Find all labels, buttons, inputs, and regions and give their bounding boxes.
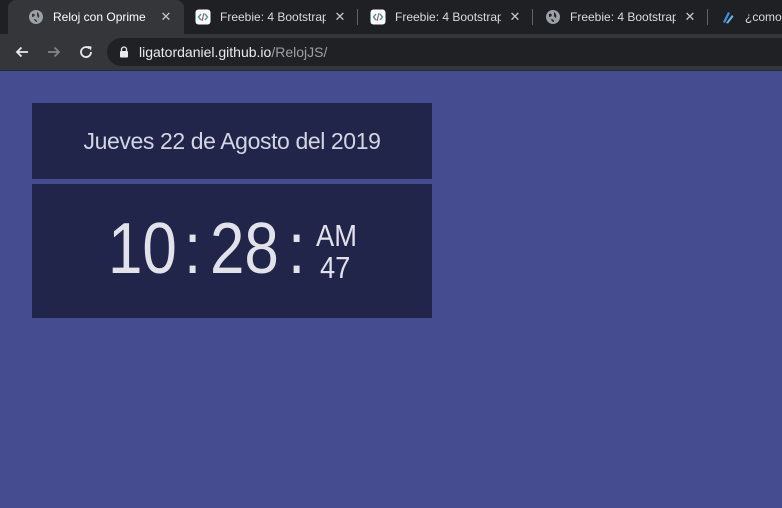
forward-arrow-icon	[48, 46, 61, 58]
address-bar[interactable]: ligatordaniel.github.io/RelojJS/	[107, 38, 782, 66]
time-panel: 10 : 28 : AM 47	[32, 184, 432, 318]
date-text: Jueves 22 de Agosto del 2019	[83, 127, 381, 154]
tab-title: Reloj con Oprime	[53, 10, 146, 24]
browser-toolbar: ligatordaniel.github.io/RelojJS/	[0, 34, 782, 71]
hours-value: 10	[108, 209, 177, 289]
time-separator: :	[184, 209, 202, 289]
code-icon	[195, 9, 211, 25]
close-icon[interactable]: ✕	[158, 9, 174, 25]
time-separator: :	[288, 209, 306, 289]
tab-title: ¿como	[745, 10, 782, 24]
close-icon[interactable]: ✕	[332, 9, 348, 25]
reload-icon	[80, 46, 92, 58]
code-icon	[370, 9, 386, 25]
back-arrow-icon	[15, 46, 28, 58]
close-icon[interactable]: ✕	[682, 9, 698, 25]
tab-reloj[interactable]: Reloj con Oprime ✕	[8, 0, 184, 34]
tab-title: Freebie: 4 Bootstrap	[570, 10, 676, 24]
forward-button[interactable]	[42, 40, 66, 64]
date-panel: Jueves 22 de Agosto del 2019	[32, 103, 432, 179]
reload-button[interactable]	[74, 40, 98, 64]
tab-freebie-3[interactable]: Freebie: 4 Bootstrap ✕	[525, 0, 708, 34]
back-button[interactable]	[10, 40, 34, 64]
globe-icon	[545, 9, 561, 25]
tab-freebie-2[interactable]: Freebie: 4 Bootstrap ✕	[350, 0, 533, 34]
tab-freebie-1[interactable]: Freebie: 4 Bootstrap ✕	[175, 0, 358, 34]
lock-icon	[119, 46, 129, 58]
close-icon[interactable]: ✕	[507, 9, 523, 25]
tab-title: Freebie: 4 Bootstrap	[220, 10, 326, 24]
minutes-value: 28	[210, 209, 279, 289]
url-path: /RelojJS/	[271, 44, 328, 60]
seconds-value: 47	[320, 250, 351, 285]
url-host: ligatordaniel.github.io	[139, 44, 272, 60]
tab-strip: Reloj con Oprime ✕ Freebie: 4 Bootstrap …	[0, 0, 782, 34]
stack-icon	[720, 9, 736, 25]
ampm-label: AM	[316, 218, 357, 253]
tab-como[interactable]: ¿como	[700, 0, 782, 34]
globe-icon	[28, 9, 44, 25]
tab-title: Freebie: 4 Bootstrap	[395, 10, 501, 24]
